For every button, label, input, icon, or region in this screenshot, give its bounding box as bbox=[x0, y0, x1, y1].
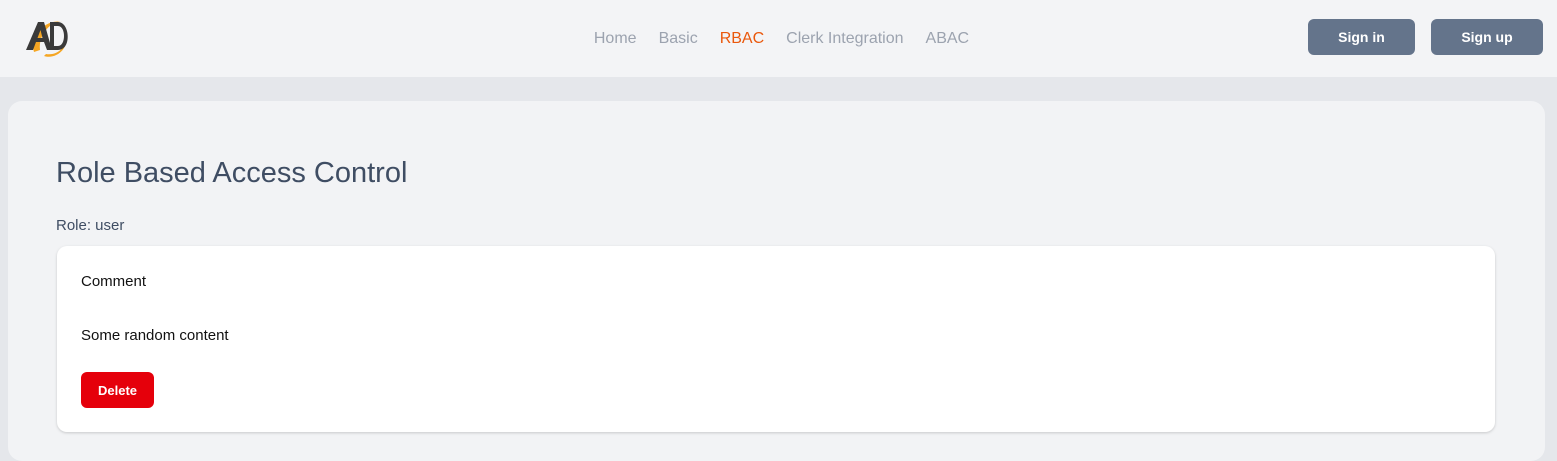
sign-up-button[interactable]: Sign up bbox=[1431, 19, 1543, 55]
nav-link-basic[interactable]: Basic bbox=[659, 29, 698, 49]
ad-logo-icon[interactable] bbox=[22, 12, 74, 64]
comment-content: Some random content bbox=[81, 327, 229, 344]
nav-link-clerk-integration[interactable]: Clerk Integration bbox=[786, 29, 903, 49]
page-title: Role Based Access Control bbox=[56, 157, 408, 189]
comment-card: Comment Some random content Delete bbox=[57, 246, 1495, 432]
comment-title: Comment bbox=[81, 273, 147, 290]
nav-link-rbac[interactable]: RBAC bbox=[720, 29, 764, 49]
nav-link-abac[interactable]: ABAC bbox=[926, 29, 970, 49]
role-label: Role: user bbox=[56, 217, 125, 234]
delete-button[interactable]: Delete bbox=[81, 372, 154, 408]
sign-in-button[interactable]: Sign in bbox=[1308, 19, 1415, 55]
top-navbar: Home Basic RBAC Clerk Integration ABAC S… bbox=[0, 0, 1557, 77]
nav-link-home[interactable]: Home bbox=[594, 29, 637, 49]
